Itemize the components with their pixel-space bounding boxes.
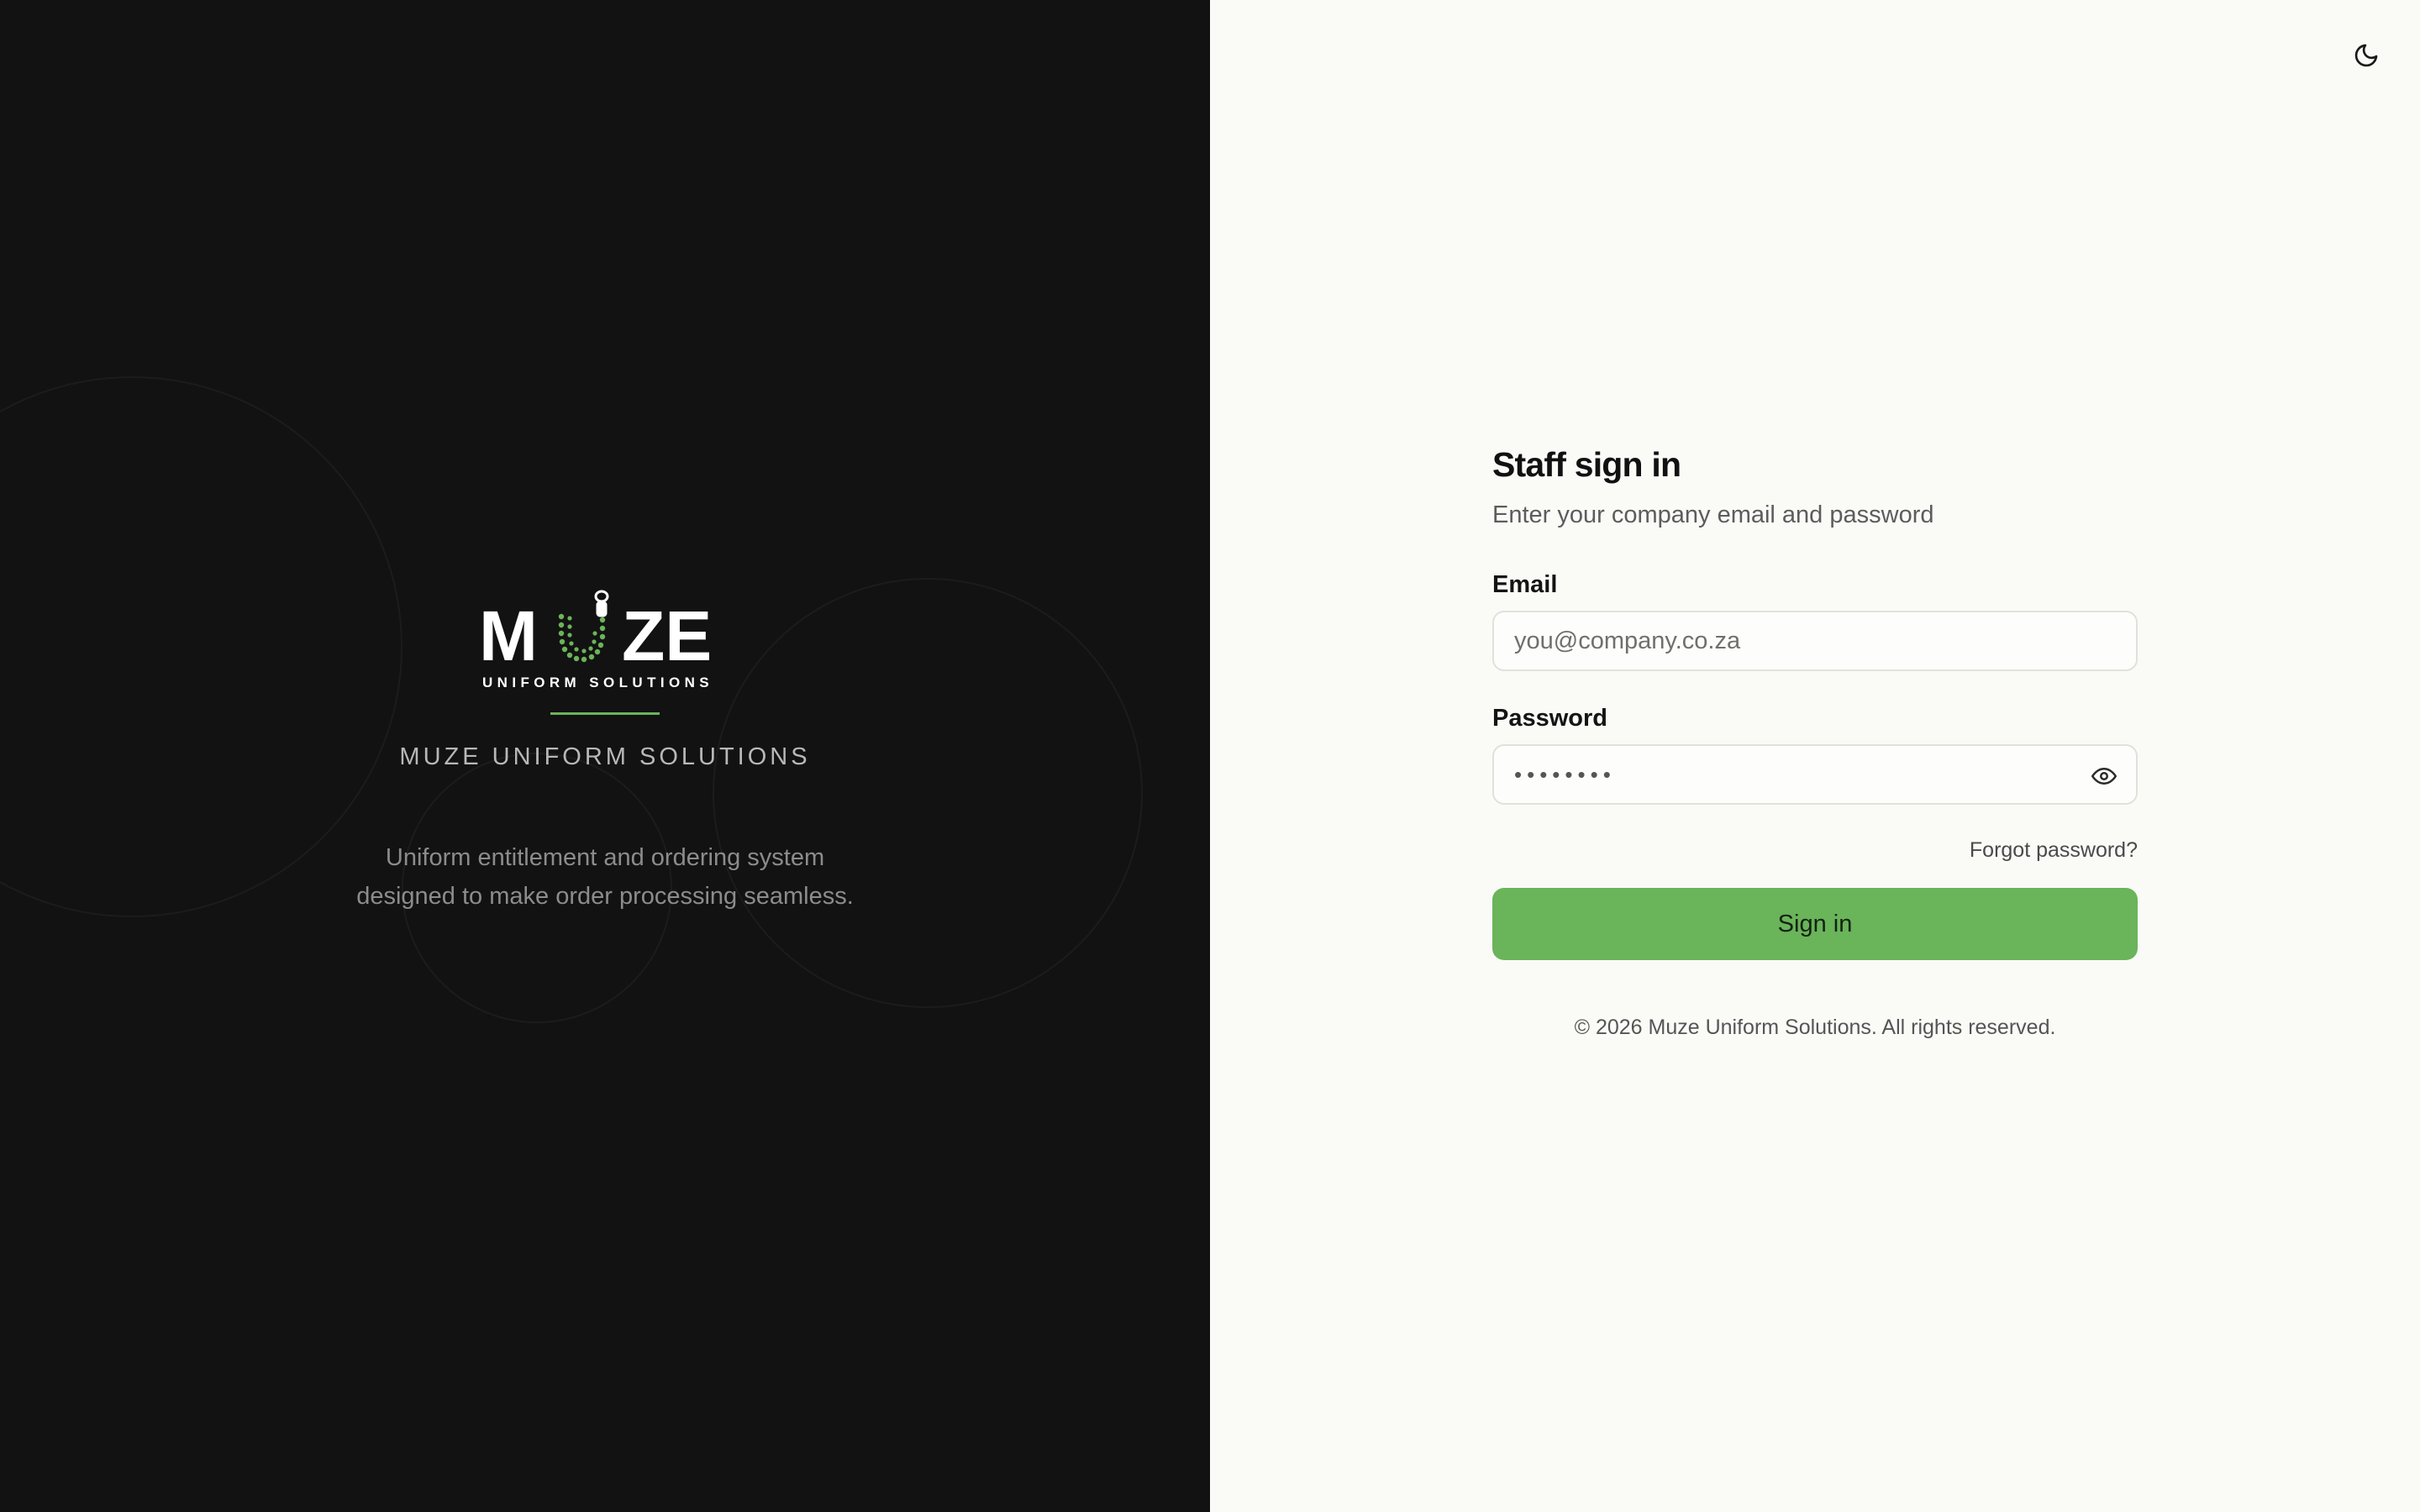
logo-letter-m: M (479, 596, 538, 675)
password-field-wrapper[interactable]: •••••••• (1492, 744, 2138, 805)
brand-content: M ZE UNIFORM SOLUTIONS MUZE UNIFORM SOLU… (0, 588, 1210, 916)
copyright-text: © 2026 Muze Uniform Solutions. All right… (1574, 1016, 2056, 1039)
tagline-line: designed to make order processing seamle… (356, 883, 854, 910)
forgot-password-row: Forgot password? (1492, 838, 2138, 863)
brand-name: MUZE UNIFORM SOLUTIONS (399, 743, 811, 770)
sign-in-form: Staff sign in Enter your company email a… (1492, 445, 2138, 1040)
logo-underline (550, 712, 660, 715)
eye-icon (2091, 768, 2117, 785)
zipper-u-icon (558, 613, 606, 663)
brand-panel: M ZE UNIFORM SOLUTIONS MUZE UNIFORM SOLU… (0, 0, 1210, 1512)
password-input[interactable]: •••••••• (1514, 762, 1616, 788)
toggle-password-visibility-button[interactable] (2091, 763, 2118, 790)
theme-toggle-button[interactable] (2348, 37, 2385, 74)
zipper-pull-icon (594, 590, 609, 617)
logo-subtitle: UNIFORM SOLUTIONS (482, 675, 713, 690)
email-input[interactable] (1514, 627, 2116, 655)
login-page: M ZE UNIFORM SOLUTIONS MUZE UNIFORM SOLU… (0, 0, 2420, 1512)
email-field-wrapper (1492, 611, 2138, 671)
forgot-password-link[interactable]: Forgot password? (1970, 838, 2138, 862)
moon-icon (2354, 44, 2378, 67)
email-label: Email (1492, 571, 1558, 598)
tagline-line: Uniform entitlement and ordering system (385, 844, 825, 871)
logo-letters-ze: ZE (622, 596, 712, 675)
muze-logo: M ZE UNIFORM SOLUTIONS (479, 590, 713, 690)
brand-tagline: Uniform entitlement and ordering system … (311, 838, 899, 916)
form-subtitle: Enter your company email and password (1492, 501, 1934, 528)
form-title: Staff sign in (1492, 445, 1681, 484)
password-label: Password (1492, 705, 1607, 732)
sign-in-button[interactable]: Sign in (1492, 888, 2138, 960)
